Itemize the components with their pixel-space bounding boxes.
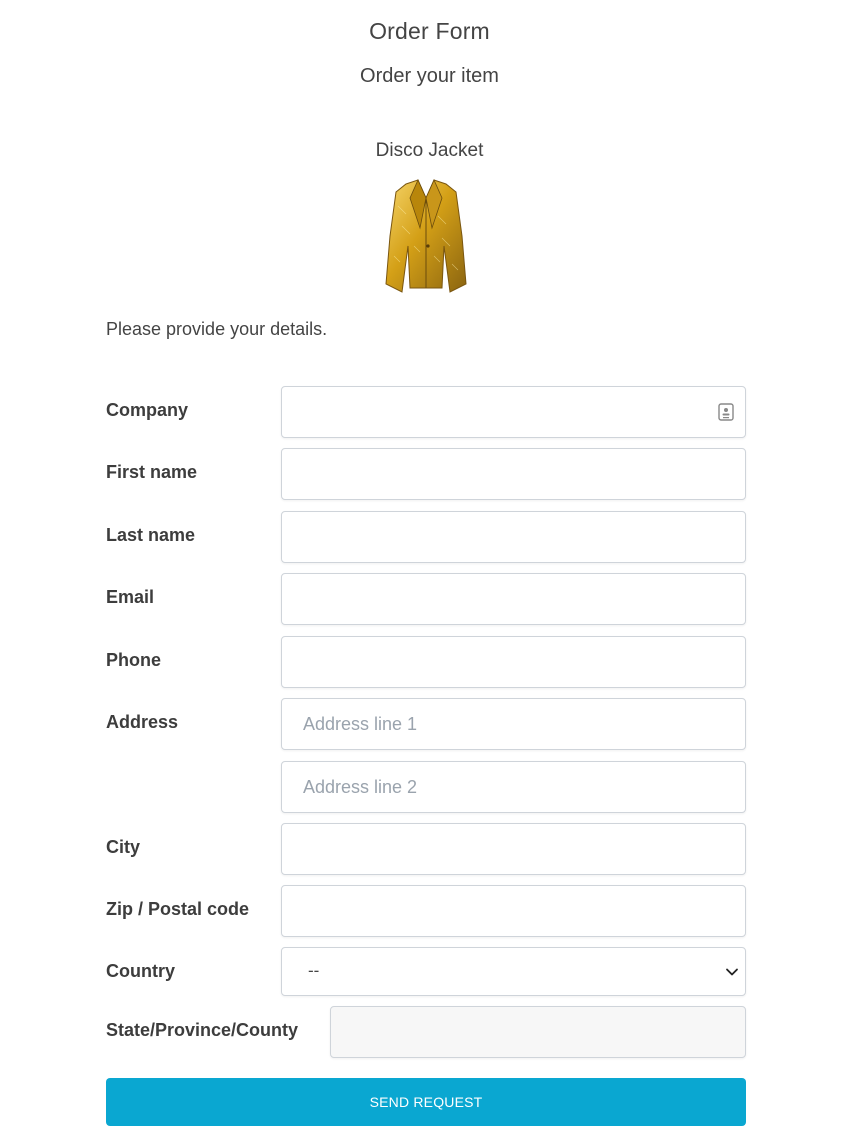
product-name: Disco Jacket (375, 140, 484, 161)
email-label: Email (106, 587, 155, 607)
zip-input[interactable] (281, 885, 746, 937)
first-name-input[interactable] (281, 448, 746, 500)
country-label: Country (106, 961, 175, 981)
country-selected-value: -- (308, 961, 320, 980)
city-label: City (106, 837, 141, 857)
last-name-label: Last name (106, 525, 196, 545)
phone-label: Phone (106, 650, 162, 670)
address-line1-input[interactable] (281, 698, 746, 750)
intro-text: Please provide your details. (106, 319, 328, 339)
chevron-down-icon (726, 968, 738, 976)
address-label: Address (106, 712, 179, 732)
order-form-page: Order Form Order your item Disco Jacket … (0, 0, 859, 1141)
last-name-input[interactable] (281, 511, 746, 563)
page-subtitle: Order your item (360, 65, 499, 87)
send-request-button[interactable]: SEND REQUEST (106, 1078, 746, 1126)
email-input[interactable] (281, 573, 746, 625)
country-select[interactable]: -- (281, 947, 746, 996)
company-input[interactable] (281, 386, 746, 438)
zip-label: Zip / Postal code (106, 899, 250, 919)
phone-input[interactable] (281, 636, 746, 688)
state-input[interactable] (330, 1006, 746, 1058)
first-name-label: First name (106, 462, 198, 482)
address-line2-input[interactable] (281, 761, 746, 813)
company-label: Company (106, 400, 189, 420)
page-title: Order Form (369, 18, 490, 44)
gold-jacket-image (385, 179, 467, 293)
state-label: State/Province/County (106, 1020, 299, 1040)
contact-card-autofill-icon[interactable] (718, 403, 734, 421)
city-input[interactable] (281, 823, 746, 875)
